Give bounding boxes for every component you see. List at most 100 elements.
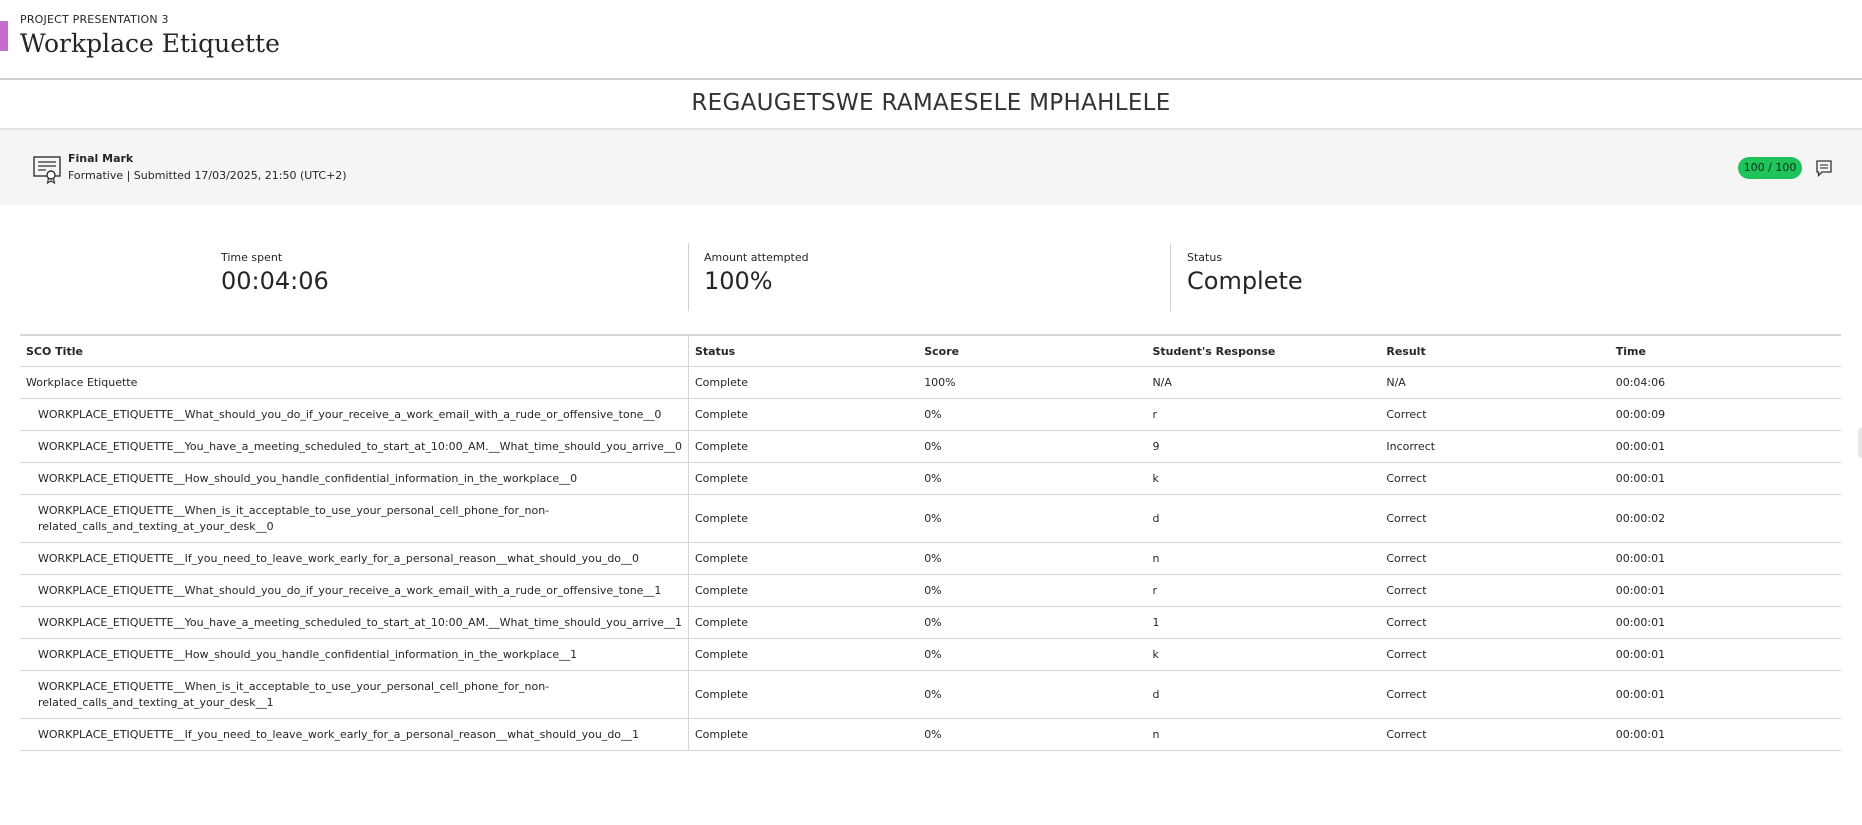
response-cell: d xyxy=(1146,494,1381,543)
result-cell: Correct xyxy=(1380,670,1610,719)
time-spent-value: 00:04:06 xyxy=(221,267,329,295)
response-cell: d xyxy=(1146,670,1381,719)
sco-title-cell: WORKPLACE_ETIQUETTE__If_you_need_to_leav… xyxy=(20,718,689,751)
time-cell: 00:00:09 xyxy=(1609,398,1841,431)
sco-title-cell: WORKPLACE_ETIQUETTE__What_should_you_do_… xyxy=(20,398,689,431)
score-cell: 0% xyxy=(918,638,1147,671)
time-cell: 00:00:01 xyxy=(1609,574,1841,607)
table-row: WORKPLACE_ETIQUETTE__How_should_you_hand… xyxy=(20,638,1841,671)
result-cell: Correct xyxy=(1380,574,1610,607)
time-cell: 00:00:01 xyxy=(1609,542,1841,575)
time-cell: 00:00:01 xyxy=(1609,670,1841,719)
column-header-score: Score xyxy=(918,334,1147,367)
result-cell: Correct xyxy=(1380,542,1610,575)
score-cell: 0% xyxy=(918,398,1147,431)
response-cell: r xyxy=(1146,574,1381,607)
stat-divider xyxy=(1170,243,1171,311)
status-label: Status xyxy=(1187,251,1223,264)
score-cell: 0% xyxy=(918,606,1147,639)
time-cell: 00:00:01 xyxy=(1609,638,1841,671)
score-cell: 0% xyxy=(918,718,1147,751)
status-cell: Complete xyxy=(688,542,919,575)
result-cell: Correct xyxy=(1380,462,1610,495)
final-mark-label: Final Mark xyxy=(68,152,134,165)
response-cell: r xyxy=(1146,398,1381,431)
status-cell: Complete xyxy=(688,494,919,543)
status-cell: Complete xyxy=(688,398,919,431)
result-cell: Correct xyxy=(1380,494,1610,543)
column-header-status: Status xyxy=(688,334,919,367)
response-cell: 9 xyxy=(1146,430,1381,463)
result-cell: N/A xyxy=(1380,366,1610,399)
column-header-result: Result xyxy=(1380,334,1610,367)
score-cell: 100% xyxy=(918,366,1147,399)
response-cell: n xyxy=(1146,718,1381,751)
score-cell: 0% xyxy=(918,542,1147,575)
status-cell: Complete xyxy=(688,430,919,463)
final-mark-panel: Final Mark Formative | Submitted 17/03/2… xyxy=(0,130,1862,205)
sco-results-table: SCO Title Status Score Student's Respons… xyxy=(20,334,1841,751)
student-banner: REGAUGETSWE RAMAESELE MPHAHLELE xyxy=(0,80,1862,130)
sco-title-cell: WORKPLACE_ETIQUETTE__If_you_need_to_leav… xyxy=(20,542,689,575)
result-cell: Correct xyxy=(1380,718,1610,751)
status-cell: Complete xyxy=(688,462,919,495)
score-cell: 0% xyxy=(918,670,1147,719)
table-row: WORKPLACE_ETIQUETTE__You_have_a_meeting_… xyxy=(20,430,1841,463)
time-cell: 00:00:01 xyxy=(1609,606,1841,639)
score-cell: 0% xyxy=(918,494,1147,543)
table-row: WORKPLACE_ETIQUETTE__If_you_need_to_leav… xyxy=(20,542,1841,575)
comment-icon[interactable] xyxy=(1815,159,1833,177)
score-cell: 0% xyxy=(918,574,1147,607)
sco-title-cell: WORKPLACE_ETIQUETTE__What_should_you_do_… xyxy=(20,574,689,607)
breadcrumb[interactable]: PROJECT PRESENTATION 3 xyxy=(20,13,169,26)
status-cell: Complete xyxy=(688,574,919,607)
response-cell: N/A xyxy=(1146,366,1381,399)
status-cell: Complete xyxy=(688,638,919,671)
table-row: WORKPLACE_ETIQUETTE__What_should_you_do_… xyxy=(20,398,1841,431)
sco-title-cell: WORKPLACE_ETIQUETTE__When_is_it_acceptab… xyxy=(20,494,689,543)
sco-title-cell: WORKPLACE_ETIQUETTE__When_is_it_acceptab… xyxy=(20,670,689,719)
amount-attempted-value: 100% xyxy=(704,267,773,295)
column-header-time: Time xyxy=(1609,334,1841,367)
result-cell: Correct xyxy=(1380,638,1610,671)
time-cell: 00:00:02 xyxy=(1609,494,1841,543)
column-header-sco-title: SCO Title xyxy=(20,334,689,367)
status-cell: Complete xyxy=(688,718,919,751)
accent-bar xyxy=(0,21,8,51)
page-header: PROJECT PRESENTATION 3 Workplace Etiquet… xyxy=(0,0,1862,80)
sco-title-cell: WORKPLACE_ETIQUETTE__You_have_a_meeting_… xyxy=(20,430,689,463)
response-cell: k xyxy=(1146,638,1381,671)
table-row: WORKPLACE_ETIQUETTE__You_have_a_meeting_… xyxy=(20,606,1841,639)
submission-details: Formative | Submitted 17/03/2025, 21:50 … xyxy=(68,169,347,182)
side-panel-handle[interactable] xyxy=(1858,428,1862,458)
response-cell: n xyxy=(1146,542,1381,575)
time-cell: 00:00:01 xyxy=(1609,430,1841,463)
table-row: WORKPLACE_ETIQUETTE__When_is_it_acceptab… xyxy=(20,494,1841,543)
score-cell: 0% xyxy=(918,430,1147,463)
sco-title-cell: WORKPLACE_ETIQUETTE__You_have_a_meeting_… xyxy=(20,606,689,639)
table-row: WORKPLACE_ETIQUETTE__How_should_you_hand… xyxy=(20,462,1841,495)
amount-attempted-label: Amount attempted xyxy=(704,251,809,264)
time-cell: 00:04:06 xyxy=(1609,366,1841,399)
table-row: WORKPLACE_ETIQUETTE__If_you_need_to_leav… xyxy=(20,718,1841,751)
table-row: WORKPLACE_ETIQUETTE__When_is_it_acceptab… xyxy=(20,670,1841,719)
page-title: Workplace Etiquette xyxy=(20,29,280,58)
grade-pill[interactable]: 100 / 100 xyxy=(1738,157,1802,179)
status-cell: Complete xyxy=(688,670,919,719)
score-cell: 0% xyxy=(918,462,1147,495)
time-cell: 00:00:01 xyxy=(1609,718,1841,751)
certificate-icon xyxy=(33,156,61,184)
sco-title-cell: WORKPLACE_ETIQUETTE__How_should_you_hand… xyxy=(20,638,689,671)
sco-title-cell: WORKPLACE_ETIQUETTE__How_should_you_hand… xyxy=(20,462,689,495)
sco-title-cell: Workplace Etiquette xyxy=(20,366,689,399)
status-cell: Complete xyxy=(688,366,919,399)
status-cell: Complete xyxy=(688,606,919,639)
response-cell: 1 xyxy=(1146,606,1381,639)
time-spent-label: Time spent xyxy=(221,251,283,264)
status-value: Complete xyxy=(1187,267,1303,295)
result-cell: Correct xyxy=(1380,398,1610,431)
student-name: REGAUGETSWE RAMAESELE MPHAHLELE xyxy=(691,90,1171,116)
time-cell: 00:00:01 xyxy=(1609,462,1841,495)
stat-divider xyxy=(688,243,689,311)
result-cell: Incorrect xyxy=(1380,430,1610,463)
